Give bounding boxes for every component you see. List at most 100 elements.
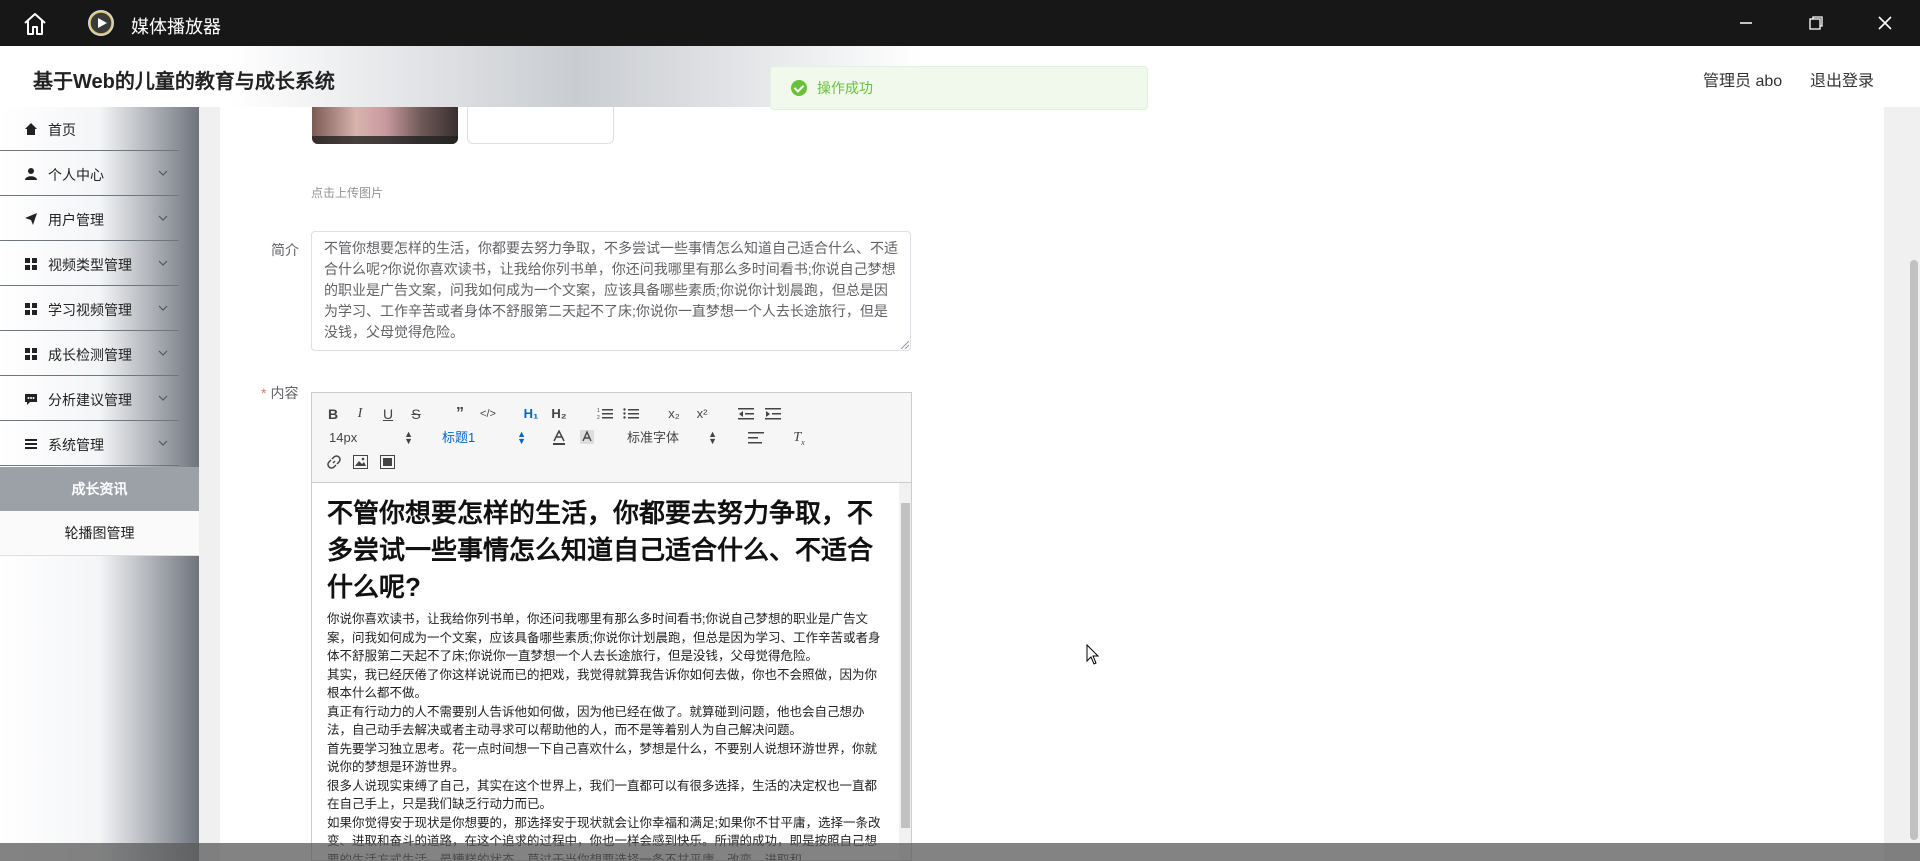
content-paragraph: 你说你喜欢读书，让我给你列书单，你还问我哪里有那么多时间看书;你说自己梦想的职业…: [327, 612, 881, 663]
image-upload-button[interactable]: [467, 107, 614, 144]
sidebar-item-home[interactable]: 首页: [0, 107, 179, 151]
editor-scrollbar-thumb[interactable]: [901, 503, 910, 828]
minimize-icon: [1740, 22, 1752, 24]
heading-value: 标题1: [442, 430, 476, 445]
sidebar-item-label: 分析建议管理: [48, 392, 132, 408]
home-icon[interactable]: [22, 11, 48, 37]
chevron-down-icon: [158, 395, 168, 401]
h1-button[interactable]: H₁: [521, 404, 541, 424]
blockquote-icon[interactable]: ”: [451, 404, 469, 424]
sidebar-subitem-growth-news[interactable]: 成长资讯: [0, 467, 199, 511]
select-arrows-icon: ▲ ▼: [517, 429, 526, 446]
bullet-list-icon[interactable]: [623, 407, 639, 421]
font-size-value: 14px: [329, 430, 358, 445]
minimize-button[interactable]: [1716, 0, 1776, 46]
sidebar-item-profile[interactable]: 个人中心: [0, 152, 179, 196]
sidebar-item-learning-videos[interactable]: 学习视频管理: [0, 287, 179, 331]
code-icon[interactable]: </>: [478, 404, 498, 424]
upload-tip: 点击上传图片: [311, 186, 384, 200]
chevron-down-icon: [158, 440, 168, 446]
content-label-text: 内容: [270, 385, 299, 401]
window-title: 媒体播放器: [131, 17, 221, 37]
current-user: 管理员 abo: [1703, 73, 1783, 90]
sidebar-item-video-types[interactable]: 视频类型管理: [0, 242, 179, 286]
sidebar-item-label: 个人中心: [48, 167, 104, 183]
sidebar-item-label: 首页: [48, 122, 76, 138]
background-color-icon[interactable]: [580, 430, 594, 446]
subscript-button[interactable]: x₂: [665, 404, 683, 424]
underline-button[interactable]: U: [380, 404, 396, 424]
close-button[interactable]: [1855, 0, 1915, 46]
restore-icon: [1809, 16, 1823, 30]
window-titlebar: 媒体播放器: [0, 0, 1920, 46]
list-icon: [25, 439, 37, 449]
outdent-icon[interactable]: [738, 407, 754, 421]
chevron-down-icon: [158, 305, 168, 311]
svg-text:2: 2: [597, 415, 600, 421]
app-title: 基于Web的儿童的教育与成长系统: [33, 71, 335, 93]
logout-link[interactable]: 退出登录: [1810, 67, 1874, 91]
editor-toolbar: B I U S ” </> H₁ H₂ 12 x₂ x² 14px ▲ ▼ 标题1…: [312, 393, 911, 483]
content-label: * 内容: [261, 383, 298, 403]
sidebar-item-label: 用户管理: [48, 212, 104, 228]
sidebar-item-analysis-advice[interactable]: 分析建议管理: [0, 377, 179, 421]
sidebar-item-users[interactable]: 用户管理: [0, 197, 179, 241]
content-paragraph: 首先要学习独立思考。花一点时间想一下自己喜欢什么，梦想是什么，不要别人说想环游世…: [327, 741, 878, 775]
grid-icon: [25, 303, 37, 315]
sidebar-item-system[interactable]: 系统管理: [0, 422, 179, 466]
home-icon: [25, 123, 37, 135]
content-heading: 不管你想要怎样的生活，你都要去努力争取，不多尝试一些事情怎么知道自己适合什么、不…: [327, 498, 874, 602]
font-color-icon[interactable]: [552, 430, 566, 446]
chevron-down-icon: [158, 260, 168, 266]
link-icon[interactable]: [326, 454, 342, 470]
font-family-value: 标准字体: [627, 430, 680, 445]
video-icon[interactable]: [380, 455, 395, 469]
font-family-select[interactable]: 标准字体 ▲ ▼: [627, 428, 717, 448]
resize-grip-icon[interactable]: [899, 339, 909, 349]
mouse-cursor-icon: [1086, 644, 1100, 665]
intro-textarea[interactable]: 不管你想要怎样的生活，你都要去努力争取，不多尝试一些事情怎么知道自己适合什么、不…: [311, 231, 911, 351]
grid-icon: [25, 258, 37, 270]
sidebar-subitem-carousel[interactable]: 轮播图管理: [0, 511, 199, 556]
close-icon: [1878, 16, 1892, 30]
sidebar: 首页 个人中心 用户管理 视频类型管理 学习视频管理 成长检测管理 分析建议管理…: [0, 107, 199, 861]
editor-content[interactable]: 不管你想要怎样的生活，你都要去努力争取，不多尝试一些事情怎么知道自己适合什么、不…: [312, 483, 900, 860]
italic-button[interactable]: I: [352, 404, 368, 424]
h2-button[interactable]: H₂: [549, 404, 569, 424]
superscript-button[interactable]: x²: [693, 404, 711, 424]
comment-icon: [25, 394, 37, 405]
page-scrollbar-thumb[interactable]: [1910, 260, 1918, 840]
select-arrows-icon: ▲ ▼: [404, 429, 413, 446]
uploaded-image-thumbnail[interactable]: [312, 107, 458, 144]
strikethrough-button[interactable]: S: [408, 404, 424, 424]
restore-button[interactable]: [1786, 0, 1846, 46]
success-check-icon: [791, 80, 807, 96]
paper-plane-icon: [25, 213, 37, 225]
bold-button[interactable]: B: [325, 404, 341, 424]
sidebar-item-label: 成长检测管理: [48, 347, 132, 363]
sidebar-item-label: 学习视频管理: [48, 302, 132, 318]
clear-format-button[interactable]: Tx: [790, 428, 808, 448]
content-paragraph: 很多人说现实束缚了自己，其实在这个世界上，我们一直都可以有很多选择，生活的决定权…: [327, 778, 878, 812]
rich-text-editor: B I U S ” </> H₁ H₂ 12 x₂ x² 14px ▲ ▼ 标题1…: [311, 392, 912, 861]
image-icon[interactable]: [353, 455, 368, 469]
sidebar-item-label: 视频类型管理: [48, 257, 132, 273]
ordered-list-icon[interactable]: 12: [597, 407, 613, 421]
sidebar-item-label: 系统管理: [48, 437, 104, 453]
svg-text:1: 1: [597, 408, 600, 414]
indent-icon[interactable]: [765, 407, 781, 421]
required-mark: *: [261, 385, 267, 401]
font-size-select[interactable]: 14px ▲ ▼: [329, 428, 413, 448]
align-left-icon[interactable]: [748, 431, 764, 445]
chevron-down-icon: [158, 350, 168, 356]
select-arrows-icon: ▲ ▼: [708, 429, 717, 446]
sidebar-item-growth-tests[interactable]: 成长检测管理: [0, 332, 179, 376]
sidebar-subitem-label: 轮播图管理: [64, 525, 135, 541]
user-icon: [25, 168, 37, 180]
toast-message: 操作成功: [817, 80, 873, 96]
content-paragraph: 其实，我已经厌倦了你这样说说而已的把戏，我觉得就算我告诉你如何去做，你也不会照做…: [327, 667, 878, 701]
media-player-logo-icon: [88, 10, 114, 36]
heading-select[interactable]: 标题1 ▲ ▼: [442, 428, 526, 448]
chevron-down-icon: [158, 170, 168, 176]
content-paragraph: 真正有行动力的人不需要别人告诉他如何做，因为他已经在做了。就算碰到问题，他也会自…: [327, 704, 865, 738]
